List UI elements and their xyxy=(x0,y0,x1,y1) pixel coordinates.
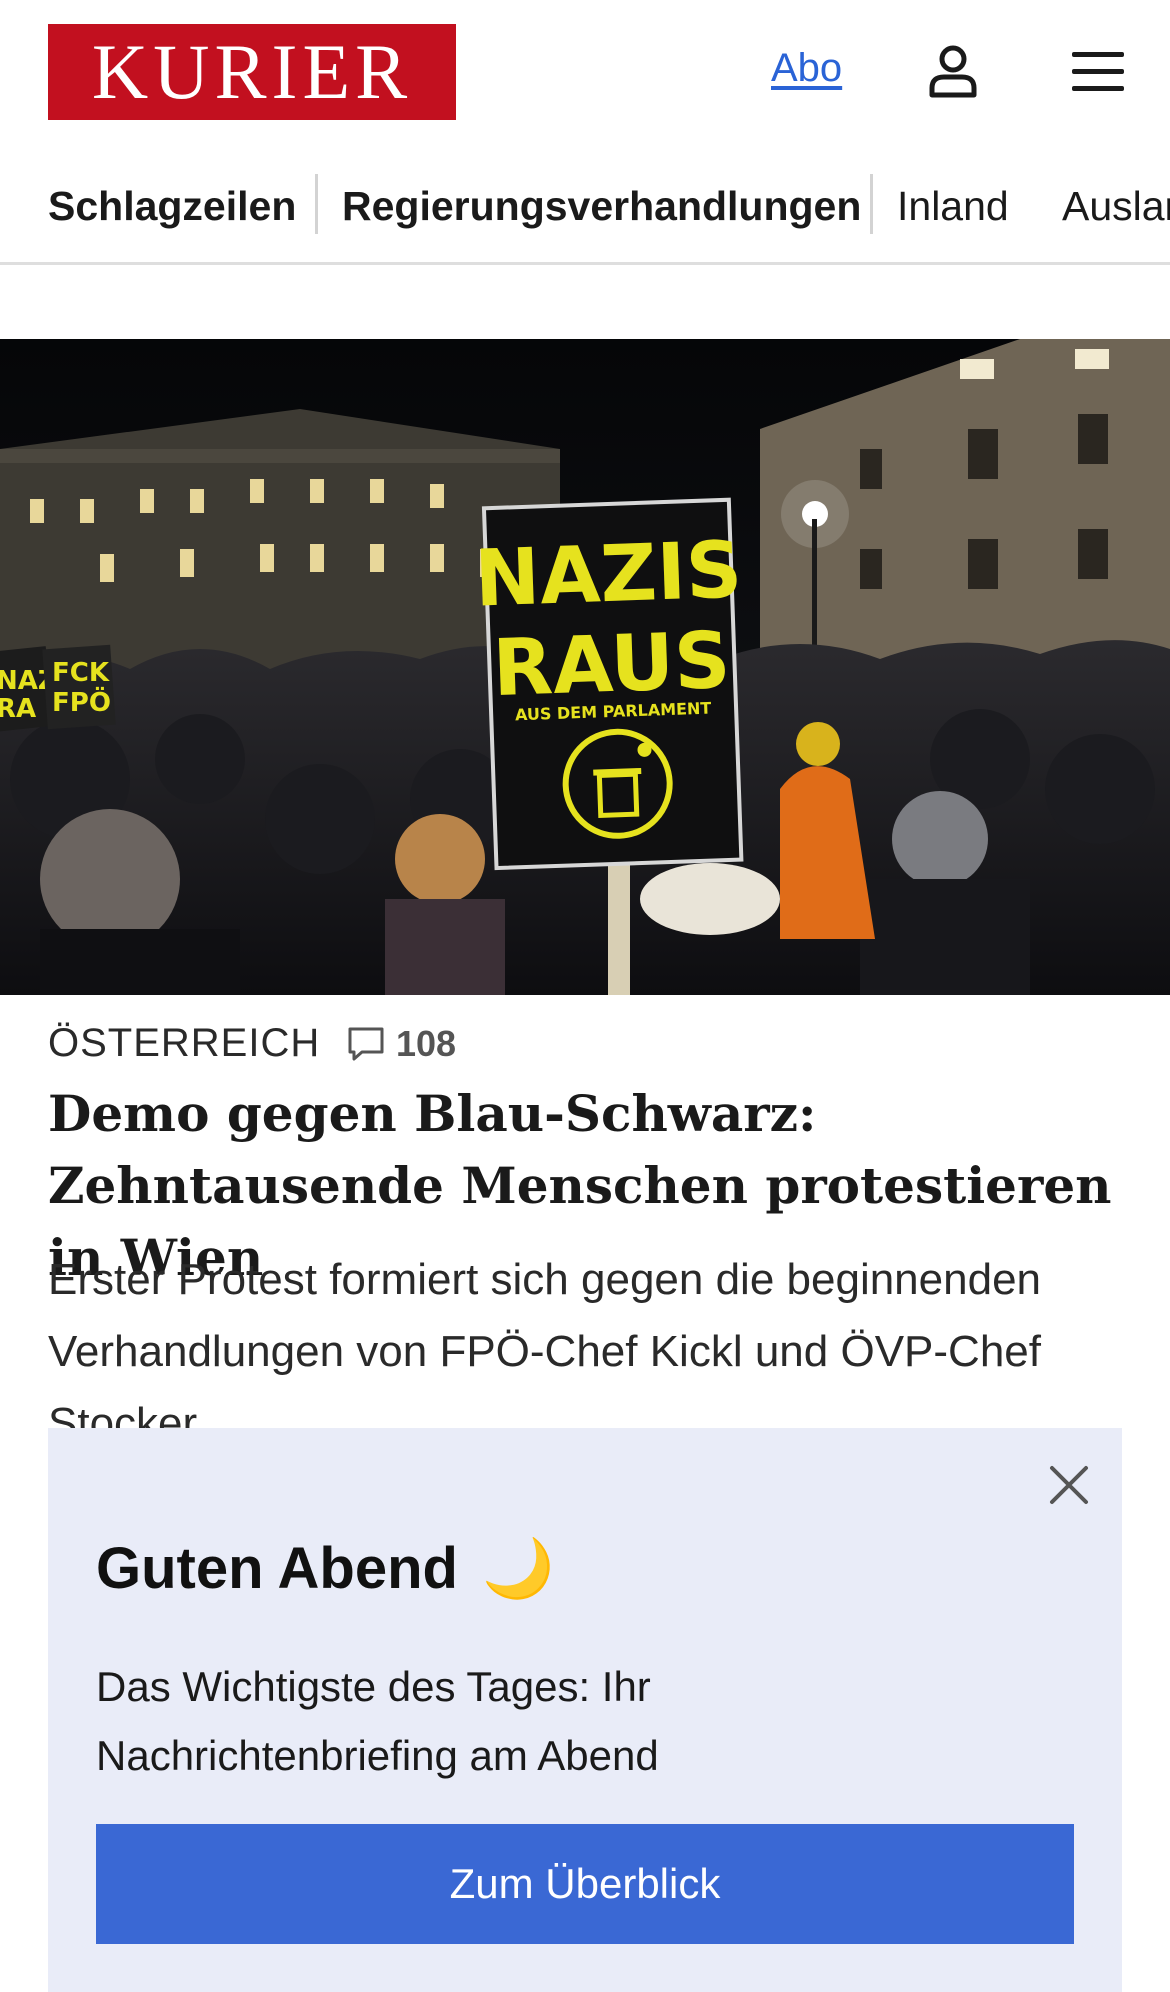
evening-briefing-popup: Guten Abend 🌙 Das Wichtigste des Tages: … xyxy=(48,1428,1122,1992)
svg-text:FPÖ: FPÖ xyxy=(52,685,111,718)
svg-text:FCK: FCK xyxy=(52,658,110,688)
svg-text:NAZIS: NAZIS xyxy=(473,525,743,624)
nav-item-inland[interactable]: Inland xyxy=(897,178,1009,234)
popup-title: Guten Abend 🌙 xyxy=(96,1533,554,1605)
comment-count: 108 xyxy=(396,1023,457,1064)
abo-link[interactable]: Abo xyxy=(771,46,842,91)
hamburger-menu-icon[interactable] xyxy=(1072,48,1124,94)
comment-count-link[interactable]: 108 xyxy=(346,1020,456,1068)
close-icon[interactable] xyxy=(1044,1460,1094,1510)
nav-divider xyxy=(315,174,318,234)
popup-title-text: Guten Abend xyxy=(96,1536,458,1601)
svg-text:RA: RA xyxy=(0,694,36,724)
moon-icon: 🌙 xyxy=(482,1536,555,1601)
comment-icon xyxy=(348,1027,384,1061)
category-nav: Schlagzeilen Regierungsverhandlungen Inl… xyxy=(0,162,1170,265)
nav-item-regierungsverhandlungen[interactable]: Regierungsverhandlungen xyxy=(342,178,861,234)
kurier-logo[interactable]: KURIER xyxy=(48,24,456,120)
article-hero-image[interactable]: NAZ RA FCK FPÖ NAZIS RAUS AUS DEM PARLAM… xyxy=(0,339,1170,995)
site-header: KURIER Abo xyxy=(0,0,1170,145)
popup-description: Das Wichtigste des Tages: Ihr Nachrichte… xyxy=(96,1663,659,1779)
nav-item-ausland[interactable]: Ausland xyxy=(1062,178,1170,234)
protest-photo: NAZ RA FCK FPÖ NAZIS RAUS AUS DEM PARLAM… xyxy=(0,339,1170,995)
article-kicker[interactable]: ÖSTERREICH xyxy=(48,1019,320,1067)
user-icon[interactable] xyxy=(928,44,978,98)
zum-ueberblick-button[interactable]: Zum Überblick xyxy=(96,1824,1074,1944)
nav-divider xyxy=(870,174,873,234)
nav-item-schlagzeilen[interactable]: Schlagzeilen xyxy=(48,178,296,234)
